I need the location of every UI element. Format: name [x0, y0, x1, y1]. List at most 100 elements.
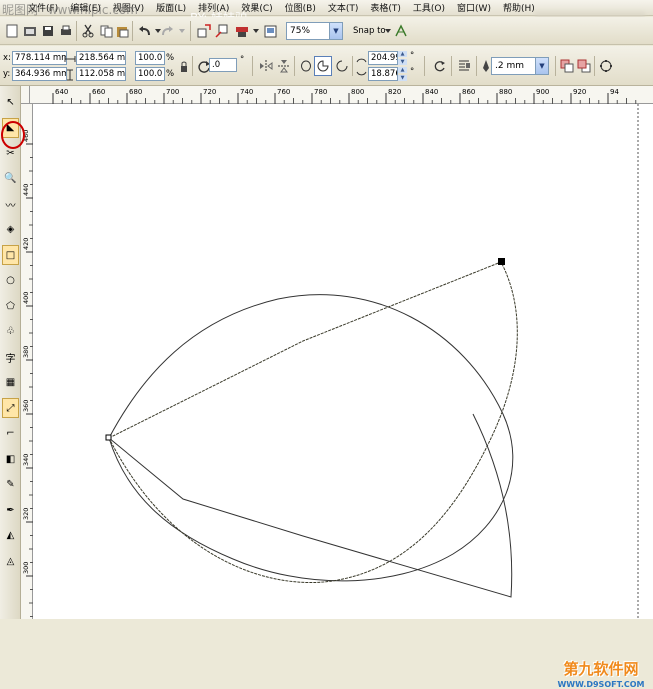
mirror-horizontal-icon[interactable] [258, 58, 274, 74]
freehand-tool-icon[interactable]: 〰 [2, 194, 19, 214]
menu-item[interactable]: 效果(C) [235, 1, 278, 14]
ruler-h-label: 820 [388, 88, 401, 96]
drawing-canvas[interactable]: 第九软件网 WWW.D9SOFT.COM [33, 104, 653, 689]
pie-mode-icon[interactable] [314, 56, 332, 76]
wrap-text-icon[interactable] [456, 58, 472, 74]
arc-mode-icon[interactable] [334, 58, 350, 74]
ruler-v-label: 380 [22, 346, 30, 358]
ruler-h-label: 720 [203, 88, 216, 96]
dimension-tool-icon[interactable]: ⤢ [2, 398, 19, 418]
brand-name: 第九软件网 [563, 660, 639, 678]
to-back-icon[interactable] [576, 58, 592, 74]
ellipse-mode-icon[interactable] [298, 58, 314, 74]
menu-item[interactable]: 位图(B) [279, 1, 322, 14]
scale-y-field[interactable]: 100.0 [135, 67, 165, 81]
pick-tool-icon[interactable]: ↖ [2, 92, 19, 112]
ruler-h-label: 860 [462, 88, 475, 96]
scale-x-percent: % [166, 53, 175, 63]
new-document-icon[interactable] [4, 23, 20, 39]
export-icon[interactable] [214, 23, 230, 39]
menu-item[interactable]: 视图(V) [107, 1, 150, 14]
menu-item[interactable]: 文本(T) [322, 1, 365, 14]
eyedropper-tool-icon[interactable]: ✎ [2, 475, 19, 495]
pie-node-end[interactable] [498, 258, 505, 265]
horizontal-ruler[interactable]: 640 660 680 700 720 740 760 780 800 820 840 860 880 9… [30, 86, 653, 104]
menu-item[interactable]: 工具(O) [407, 1, 451, 14]
x-position-field[interactable]: 778.114 mm [12, 51, 67, 65]
zoom-value: 75% [290, 26, 311, 36]
ruler-v-label: 300 [22, 562, 30, 574]
separator [294, 56, 295, 76]
menu-item[interactable]: 窗口(W) [451, 1, 497, 14]
ellipse-tool-icon[interactable]: ○ [2, 271, 19, 291]
height-icon [64, 67, 76, 83]
chevron-down-icon[interactable]: ▼ [329, 23, 342, 39]
basic-shapes-tool-icon[interactable]: ♧ [2, 322, 19, 342]
ruler-h-label: 760 [277, 88, 290, 96]
separator [555, 56, 556, 76]
change-direction-icon[interactable] [432, 58, 448, 74]
separator [76, 21, 77, 41]
start-angle-field[interactable]: 204.999 [368, 51, 398, 65]
outline-tool-icon[interactable]: ✒ [2, 500, 19, 520]
degree-symbol: ° [240, 55, 245, 65]
menu-item[interactable]: 排列(A) [192, 1, 235, 14]
interactive-blend-tool-icon[interactable]: ◧ [2, 449, 19, 469]
options-icon[interactable] [393, 23, 409, 39]
copy-icon[interactable] [98, 23, 114, 39]
table-tool-icon[interactable]: ▦ [2, 373, 19, 393]
outline-width-select[interactable]: .2 mm ▼ [491, 57, 549, 75]
separator [476, 56, 477, 76]
connector-tool-icon[interactable]: ⌐ [2, 424, 19, 444]
open-icon[interactable] [22, 23, 38, 39]
ruler-h-label: 880 [499, 88, 512, 96]
redo-dropdown-icon[interactable] [174, 23, 190, 39]
vertical-ruler[interactable]: 460 440 420 400 380 360 340 320 300 [21, 104, 33, 619]
to-front-icon[interactable] [559, 58, 575, 74]
pie-node-center[interactable] [105, 434, 112, 441]
width-field[interactable]: 218.564 mm [76, 51, 126, 65]
import-icon[interactable] [196, 23, 212, 39]
menu-item[interactable]: 文件(F) [22, 1, 64, 14]
menu-item[interactable]: 表格(T) [364, 1, 407, 14]
standard-toolbar: 75% ▼ Snap to [0, 17, 653, 45]
zoom-tool-icon[interactable]: 🔍 [2, 169, 19, 189]
ruler-h-label: 700 [166, 88, 179, 96]
paste-icon[interactable] [114, 23, 130, 39]
zoom-levels-select[interactable]: 75% ▼ [286, 22, 343, 40]
ruler-h-label: 680 [129, 88, 142, 96]
smart-fill-tool-icon[interactable]: ◈ [2, 220, 19, 240]
start-angle-icon [355, 51, 367, 67]
polygon-tool-icon[interactable]: ⬠ [2, 296, 19, 316]
ruler-h-label: 640 [55, 88, 68, 96]
convert-to-curves-icon[interactable] [598, 58, 614, 74]
menu-item[interactable]: 版面(L) [150, 1, 192, 14]
ruler-h-label: 780 [314, 88, 327, 96]
chevron-down-icon[interactable]: ▼ [535, 58, 548, 74]
save-icon[interactable] [40, 23, 56, 39]
height-field[interactable]: 112.058 mm [76, 67, 126, 81]
rectangle-tool-icon[interactable]: □ [2, 245, 19, 265]
scale-x-field[interactable]: 100.0 [135, 51, 165, 65]
menu-item[interactable]: 编辑(E) [64, 1, 107, 14]
interactive-fill-tool-icon[interactable]: ◬ [2, 551, 19, 571]
end-angle-field[interactable]: 18.876 [368, 67, 398, 81]
ruler-v-label: 320 [22, 508, 30, 520]
pie-wedge-outline [108, 261, 518, 584]
rotation-field[interactable]: .0 [209, 58, 237, 72]
welcome-screen-icon[interactable] [262, 23, 278, 39]
y-position-field[interactable]: 364.936 mm [12, 67, 67, 81]
scale-y-percent: % [166, 69, 175, 79]
toolbox: ↖ ◣ ✂ 🔍 〰 ◈ □ ○ ⬠ ♧ 字 ▦ ⤢ ⌐ ◧ ✎ ✒ ◭ ◬ [0, 86, 21, 619]
mirror-vertical-icon[interactable] [276, 58, 292, 74]
lock-ratio-icon[interactable] [176, 59, 192, 75]
start-angle-spinner[interactable]: ▲ ▼ [398, 51, 407, 65]
ruler-v-label: 340 [22, 454, 30, 466]
text-tool-icon[interactable]: 字 [2, 347, 19, 367]
drawing-svg [105, 104, 639, 619]
print-icon[interactable] [58, 23, 74, 39]
cut-icon[interactable] [80, 23, 96, 39]
end-angle-spinner[interactable]: ▲ ▼ [398, 67, 407, 81]
end-angle-icon [355, 67, 367, 83]
fill-tool-icon[interactable]: ◭ [2, 526, 19, 546]
